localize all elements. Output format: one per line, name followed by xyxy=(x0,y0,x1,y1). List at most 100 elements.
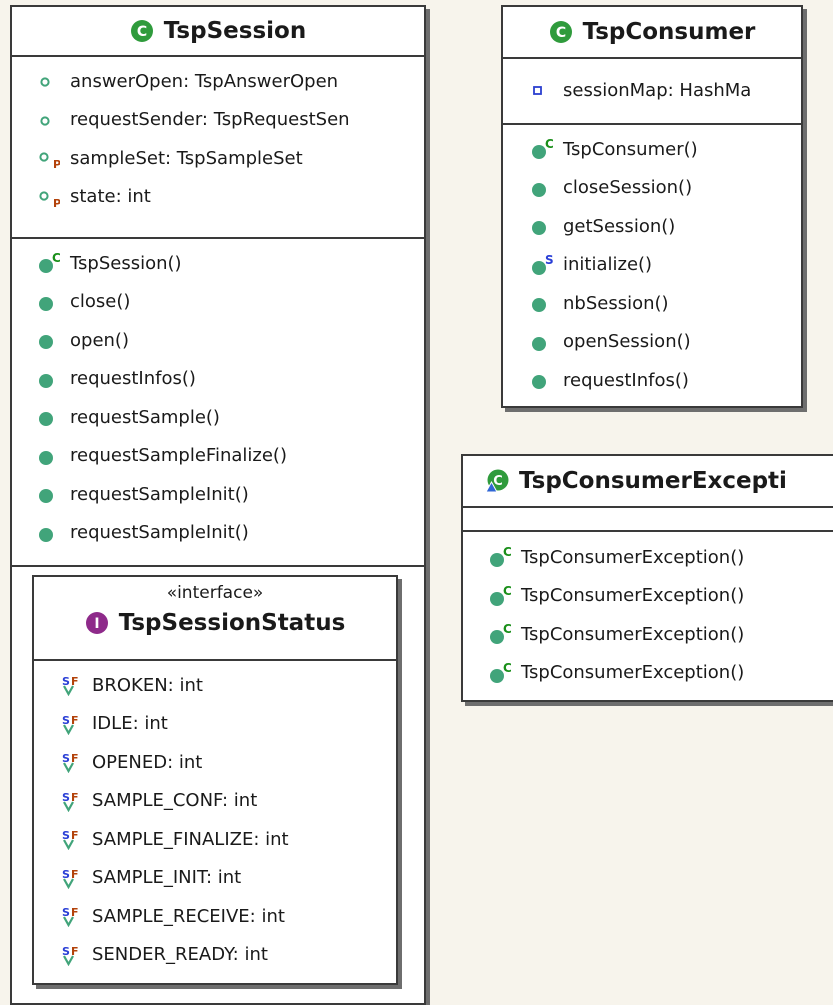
member-row[interactable]: Pstate: int xyxy=(38,178,424,217)
member-label: SAMPLE_FINALIZE: int xyxy=(92,828,289,850)
constants-section: S F BROKEN: int S F IDLE: int S F OPENED: i… xyxy=(34,659,396,983)
member-row[interactable]: requestSampleFinalize() xyxy=(38,437,424,476)
public-method-icon xyxy=(532,336,546,351)
public-method-icon xyxy=(39,373,53,388)
public-method-icon xyxy=(39,296,53,311)
member-row[interactable]: S F SAMPLE_FINALIZE: int xyxy=(60,820,396,859)
static-final-field-icon: S F xyxy=(62,868,79,889)
public-method-icon xyxy=(39,335,53,350)
member-row[interactable]: S F OPENED: int xyxy=(60,743,396,782)
member-row[interactable]: openSession() xyxy=(531,323,801,362)
svg-text:S: S xyxy=(62,868,70,881)
member-row[interactable]: requestInfos() xyxy=(531,361,801,400)
constructor-icon: C xyxy=(490,662,511,683)
member-label: SENDER_READY: int xyxy=(92,944,268,966)
member-row[interactable]: S F SAMPLE_INIT: int xyxy=(60,859,396,898)
member-row[interactable]: getSession() xyxy=(531,207,801,246)
exception-class-badge-icon: C xyxy=(485,469,509,493)
svg-text:F: F xyxy=(71,791,79,804)
fields-section: answerOpen: TspAnswerOpen requestSender: … xyxy=(12,55,424,237)
member-row[interactable]: close() xyxy=(38,283,424,322)
svg-text:C: C xyxy=(503,585,511,598)
svg-text:S: S xyxy=(62,945,70,958)
member-row[interactable]: sessionMap: HashMa xyxy=(531,71,801,110)
member-label: requestSampleInit() xyxy=(70,483,249,505)
member-label: answerOpen: TspAnswerOpen xyxy=(70,70,339,92)
class-badge-icon: C xyxy=(549,21,572,43)
member-label: requestSender: TspRequestSen xyxy=(70,109,350,131)
svg-text:C: C xyxy=(503,546,511,559)
member-row[interactable]: requestSample() xyxy=(38,398,424,437)
field-default-icon xyxy=(40,77,50,87)
svg-text:S: S xyxy=(62,906,70,919)
svg-text:C: C xyxy=(555,25,565,41)
member-label: requestInfos() xyxy=(563,369,689,391)
svg-text:S: S xyxy=(62,752,70,765)
member-row[interactable]: S F IDLE: int xyxy=(60,705,396,744)
member-label: sampleSet: TspSampleSet xyxy=(70,147,303,169)
member-label: TspSession() xyxy=(70,252,182,274)
public-method-icon xyxy=(39,450,53,465)
member-row[interactable]: C TspConsumerException() xyxy=(489,538,833,577)
member-row[interactable]: requestSender: TspRequestSen xyxy=(38,101,424,140)
tsp-session-status-interface[interactable]: «interface» I TspSessionStatus S F BROKEN… xyxy=(32,575,398,985)
svg-text:F: F xyxy=(71,945,79,958)
static-method-icon: S xyxy=(532,254,553,275)
member-row[interactable]: S F SAMPLE_RECEIVE: int xyxy=(60,897,396,936)
class-name: TspSession xyxy=(163,18,307,44)
member-row[interactable]: answerOpen: TspAnswerOpen xyxy=(38,62,424,101)
member-row[interactable]: nbSession() xyxy=(531,284,801,323)
member-label: SAMPLE_CONF: int xyxy=(92,790,258,812)
svg-text:C: C xyxy=(503,662,511,675)
member-label: getSession() xyxy=(563,215,676,237)
svg-text:S: S xyxy=(62,829,70,842)
member-row[interactable]: Sinitialize() xyxy=(531,246,801,285)
static-final-field-icon: S F xyxy=(62,829,79,851)
member-row[interactable]: open() xyxy=(38,321,424,360)
member-row[interactable]: S F BROKEN: int xyxy=(60,666,396,705)
svg-text:F: F xyxy=(71,675,79,688)
class-badge-icon: C xyxy=(130,20,153,42)
svg-text:S: S xyxy=(545,254,553,267)
member-row[interactable]: C TspConsumer() xyxy=(531,130,801,169)
tsp-consumer-exception-class[interactable]: C TspConsumerExcepti C TspConsumerExcepti… xyxy=(461,454,833,702)
class-header: C TspSession xyxy=(12,7,424,55)
methods-section: C TspConsumer() closeSession() getSession()… xyxy=(503,123,801,406)
svg-text:F: F xyxy=(71,906,79,919)
svg-text:P: P xyxy=(53,158,60,169)
member-row[interactable]: S F SENDER_READY: int xyxy=(60,936,396,975)
member-row[interactable]: C TspConsumerException() xyxy=(489,654,833,693)
class-header: C TspConsumer xyxy=(503,7,801,57)
constructor-icon: C xyxy=(490,546,511,568)
static-final-field-icon: S F xyxy=(62,675,79,697)
public-method-icon xyxy=(532,221,546,236)
member-row[interactable]: requestInfos() xyxy=(38,360,424,399)
svg-text:C: C xyxy=(545,138,553,151)
interface-header: «interface» I TspSessionStatus xyxy=(34,577,396,659)
member-label: BROKEN: int xyxy=(92,674,203,696)
public-method-icon xyxy=(39,527,53,542)
member-row[interactable]: PsampleSet: TspSampleSet xyxy=(38,139,424,178)
member-label: requestSampleFinalize() xyxy=(70,445,287,467)
tsp-consumer-class[interactable]: C TspConsumer sessionMap: HashMa C TspCon… xyxy=(501,5,803,408)
member-row[interactable]: C TspConsumerException() xyxy=(489,615,833,654)
member-label: close() xyxy=(70,291,131,313)
constructor-icon: C xyxy=(490,623,511,645)
member-label: openSession() xyxy=(563,331,691,353)
interface-name: TspSessionStatus xyxy=(118,610,346,636)
member-row[interactable]: closeSession() xyxy=(531,169,801,208)
public-method-icon xyxy=(39,489,53,504)
svg-text:F: F xyxy=(71,868,79,881)
member-row[interactable]: S F SAMPLE_CONF: int xyxy=(60,782,396,821)
svg-text:I: I xyxy=(94,616,99,632)
member-label: sessionMap: HashMa xyxy=(563,79,752,101)
field-default-icon xyxy=(40,116,50,126)
member-row[interactable]: requestSampleInit() xyxy=(38,475,424,514)
methods-section: C TspConsumerException() C TspConsumerExce… xyxy=(463,530,833,700)
member-label: requestInfos() xyxy=(70,368,196,390)
member-row[interactable]: C TspSession() xyxy=(38,244,424,283)
svg-text:F: F xyxy=(71,752,79,765)
member-row[interactable]: requestSampleInit() xyxy=(38,514,424,553)
member-row[interactable]: C TspConsumerException() xyxy=(489,577,833,616)
member-label: SAMPLE_INIT: int xyxy=(92,867,242,889)
